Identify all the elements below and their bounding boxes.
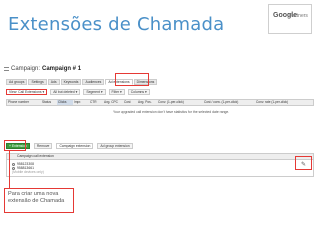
ad-extensions-highlight [115, 73, 149, 86]
col-clicks[interactable]: Clicks [57, 100, 73, 105]
col-cost[interactable]: Cost [123, 100, 137, 105]
col-impr[interactable]: Impr. [73, 100, 89, 105]
view-dropdown[interactable]: View: Call Extensions ▾ [6, 89, 48, 95]
edit-highlight [295, 156, 312, 170]
menu-icon[interactable] [4, 67, 9, 71]
segment-dropdown[interactable]: Segment ▾ [83, 89, 106, 95]
ad-group-extension-tab[interactable]: Ad group extension [97, 142, 133, 149]
google-partners-logo: Google Partners [268, 4, 312, 34]
campaign-name: Campaign # 1 [42, 66, 82, 72]
tab-keywords[interactable]: Keywords [60, 79, 82, 85]
callout-connector [9, 150, 10, 188]
col-conv-rate[interactable]: Conv. rate (1-per-click) [255, 100, 305, 105]
col-phone-number[interactable]: Phone number [7, 100, 41, 105]
remove-button[interactable]: Remove [33, 142, 53, 149]
call-extension-row[interactable]: 958123308 958813661 (Mobile devices only… [12, 162, 44, 174]
columns-dropdown[interactable]: Columns ▾ [127, 89, 150, 95]
tab-settings[interactable]: Settings [28, 79, 47, 85]
col-avg-pos[interactable]: Avg. Pos. [137, 100, 157, 105]
slide-title: Extensões de Chamada [8, 14, 225, 35]
toolbar: View: Call Extensions ▾ All but deleted … [6, 89, 150, 96]
no-statistics-notice: Your upgraded call extension don't have … [113, 110, 230, 114]
adwords-screenshot: Campaign: Campaign # 1 Ad groups Setting… [3, 64, 317, 188]
mobile-only-note: (Mobile devices only) [12, 170, 44, 174]
ext-table-header: Campaign call extension [7, 154, 313, 160]
col-conv[interactable]: Conv. (1-per-click) [157, 100, 203, 105]
col-avg-cpc[interactable]: Avg. CPC [103, 100, 123, 105]
tab-ads[interactable]: Ads [47, 79, 60, 85]
col-cost-per-conv[interactable]: Cost / conv. (1-per-click) [203, 100, 255, 105]
logo-partners-text: Partners [289, 13, 308, 19]
campaign-extension-tab[interactable]: Campaign extension [56, 142, 94, 149]
campaign-header: Campaign: Campaign # 1 [4, 64, 81, 74]
extension-button-highlight [4, 140, 26, 151]
call-extension-table: Campaign call extension 958123308 958813… [6, 153, 314, 177]
tab-ad-groups[interactable]: Ad groups [6, 79, 28, 85]
tab-audiences[interactable]: Audiences [82, 79, 105, 85]
filter-dropdown[interactable]: Filter ▾ [108, 89, 125, 95]
callout-box: Para criar uma nova extensão de Chamada [4, 188, 74, 213]
stats-grid-header: Phone number Status Clicks Impr. CTR Avg… [6, 99, 314, 106]
campaign-label: Campaign: [11, 66, 41, 72]
col-ctr[interactable]: CTR [89, 100, 103, 105]
col-status[interactable]: Status [41, 100, 57, 105]
status-filter-dropdown[interactable]: All but deleted ▾ [50, 89, 81, 95]
